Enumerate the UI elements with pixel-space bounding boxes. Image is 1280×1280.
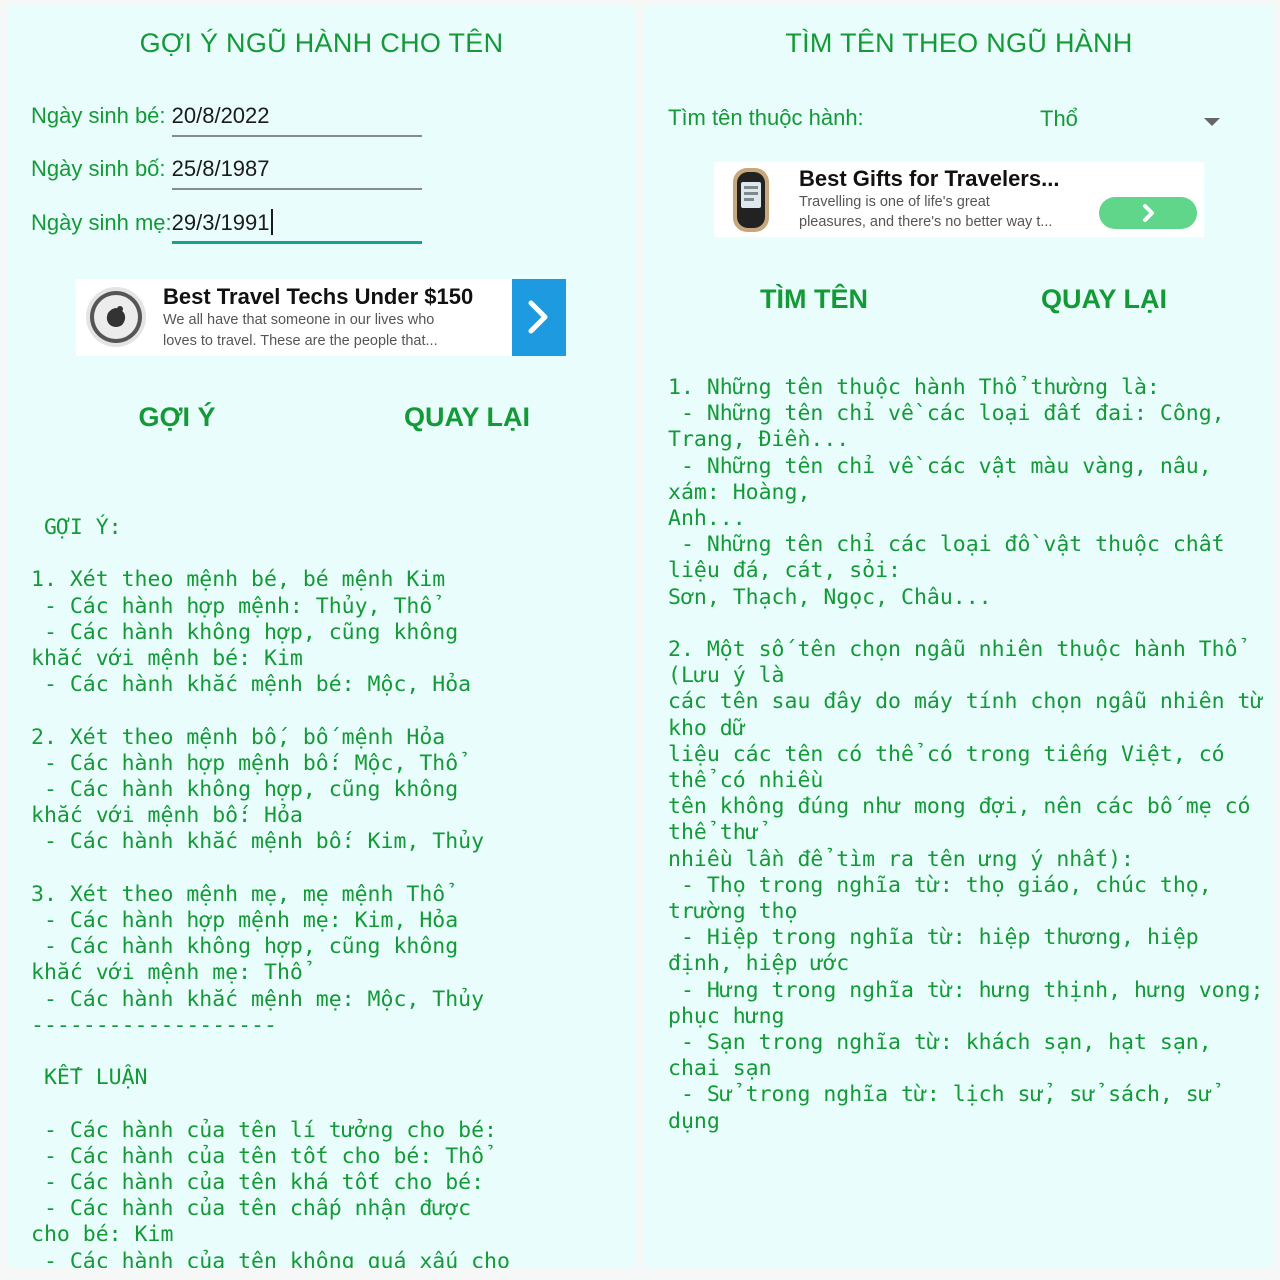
right-screen: TÌM TÊN THEO NGŨ HÀNH Tìm tên thuộc hành… — [644, 6, 1274, 1268]
father-birthdate-label: Ngày sinh bố: — [31, 156, 172, 181]
baby-birthdate-underline — [172, 135, 422, 137]
element-select-label: Tìm tên thuộc hành: — [668, 105, 864, 130]
father-birthdate-input[interactable]: 25/8/1987 — [172, 156, 270, 181]
suggest-button[interactable]: GỢI Ý — [127, 402, 227, 433]
airtag-icon — [86, 287, 146, 347]
page-title: TÌM TÊN THEO NGŨ HÀNH — [785, 28, 1133, 58]
chevron-right-icon — [1143, 204, 1154, 222]
mother-birthdate-underline — [172, 241, 422, 244]
ad-open-button[interactable] — [1099, 197, 1197, 229]
element-select[interactable]: Thổ — [1034, 102, 1234, 142]
ad-banner[interactable]: Best Gifts for Travelers... Travelling i… — [714, 162, 1204, 237]
ad-description-line2: loves to travel. These are the people th… — [163, 333, 438, 349]
ad-title: Best Travel Techs Under $150 — [163, 284, 474, 309]
back-button[interactable]: QUAY LẠI — [387, 402, 547, 433]
element-select-value: Thổ — [1040, 106, 1078, 131]
baby-birthdate-label: Ngày sinh bé: — [31, 103, 172, 128]
mother-birthdate-input[interactable]: 29/3/1991 — [172, 210, 270, 235]
page-title: GỢI Ý NGŨ HÀNH CHO TÊN — [139, 28, 504, 58]
mother-birthdate-label: Ngày sinh mẹ: — [31, 210, 172, 235]
left-screen: GỢI Ý NGŨ HÀNH CHO TÊN Ngày sinh bé: 20/… — [7, 6, 636, 1268]
text-cursor — [270, 209, 273, 235]
mother-birthdate-row: Ngày sinh mẹ:29/3/1991 — [31, 209, 273, 236]
baby-birthdate-input[interactable]: 20/8/2022 — [172, 103, 270, 128]
ad-title: Best Gifts for Travelers... — [799, 166, 1060, 191]
suggestion-result-text: GỢI Ý: 1. Xét theo mệnh bé, bé mệnh Kim … — [31, 515, 510, 1268]
back-button[interactable]: QUAY LẠI — [1024, 284, 1184, 315]
chevron-right-icon — [528, 300, 548, 334]
name-result-text: 1. Những tên thuộc hành Thổ thường là: -… — [668, 375, 1264, 1134]
translator-device-icon — [733, 168, 769, 232]
ad-description-line1: Travelling is one of life's great — [799, 194, 990, 210]
ad-banner[interactable]: Best Travel Techs Under $150 We all have… — [76, 279, 566, 356]
father-birthdate-underline — [172, 188, 422, 190]
ad-description-line2: pleasures, and there's no better way t..… — [799, 214, 1053, 230]
ad-open-button[interactable] — [512, 279, 566, 356]
find-name-button[interactable]: TÌM TÊN — [744, 284, 884, 315]
dropdown-arrow-icon — [1204, 118, 1220, 126]
father-birthdate-row: Ngày sinh bố: 25/8/1987 — [31, 156, 270, 182]
ad-description-line1: We all have that someone in our lives wh… — [163, 312, 435, 328]
baby-birthdate-row: Ngày sinh bé: 20/8/2022 — [31, 103, 270, 129]
